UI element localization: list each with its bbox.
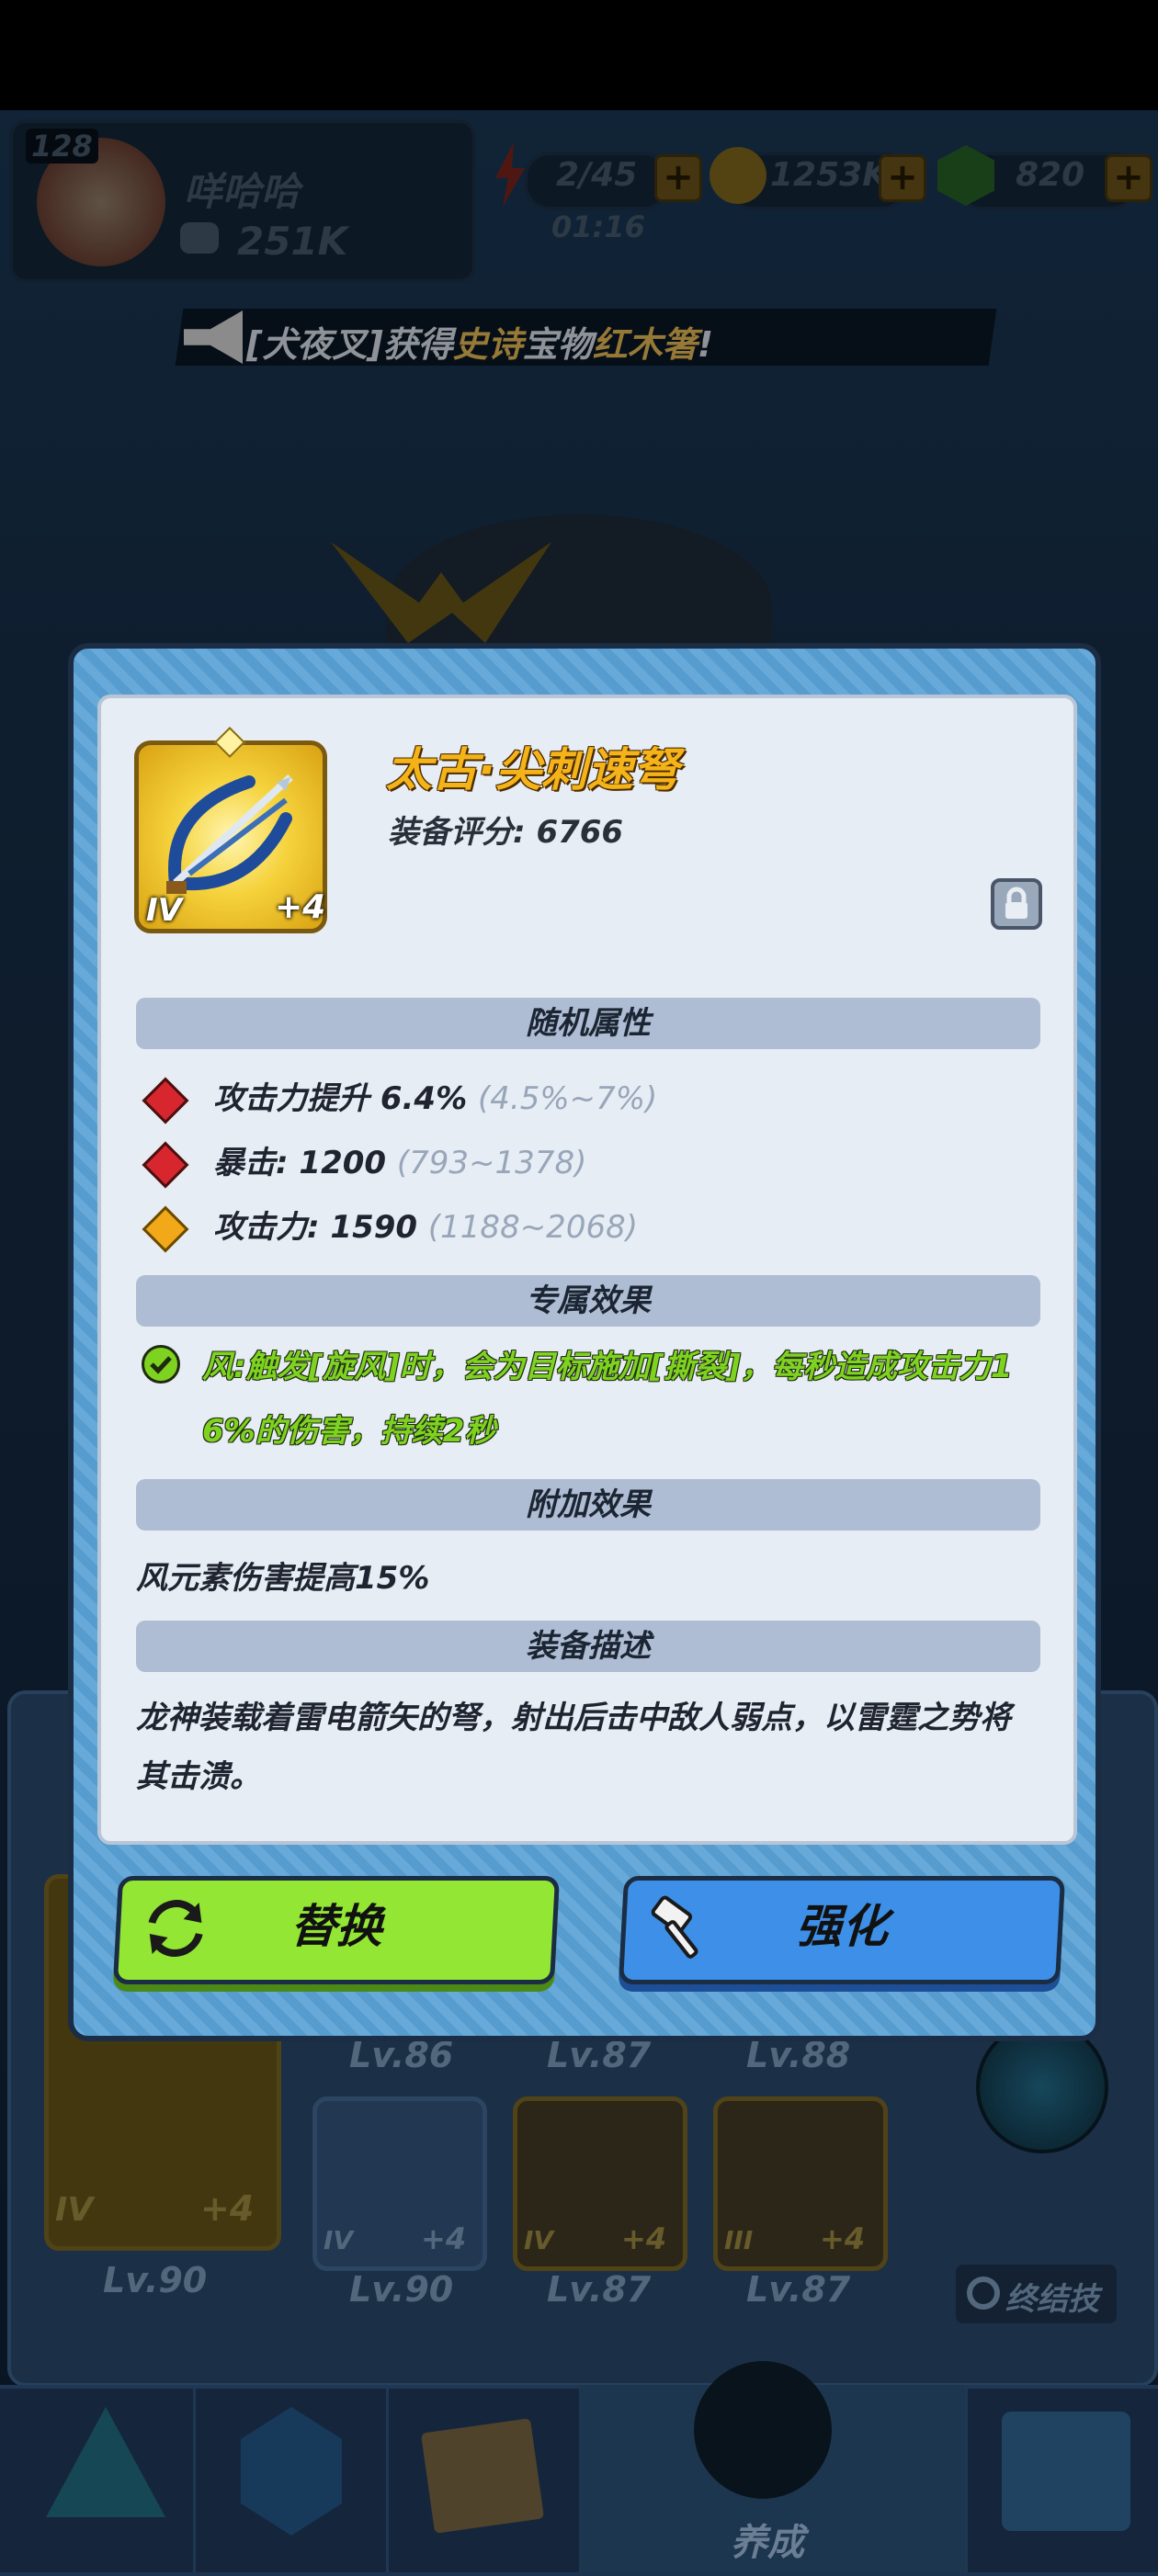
random-attr-row-2: 暴击: 1200 (793~1378) xyxy=(138,1137,586,1189)
item-score-value: 6766 xyxy=(536,814,624,851)
lock-button[interactable] xyxy=(991,878,1042,930)
hammer-icon xyxy=(651,1895,698,1959)
exclusive-effect-line-2: 6%的伤害，持续2秒 xyxy=(202,1413,496,1450)
random-attr-row-3: 攻击力: 1590 (1188~2068) xyxy=(138,1202,638,1253)
red-diamond-icon xyxy=(142,1141,189,1188)
item-plus: +4 xyxy=(275,888,326,926)
random-attr-range-1: (4.5%~7%) xyxy=(477,1080,658,1117)
exclusive-effect-line-1: 风:触发[旋风]时，会为目标施加[撕裂]，每秒造成攻击力1 xyxy=(202,1349,1013,1385)
item-score-label: 装备评分: xyxy=(388,814,526,851)
extra-effect-header: 附加效果 xyxy=(136,1479,1040,1531)
random-attr-label-1: 攻击力提升 6.4% xyxy=(213,1080,468,1117)
red-diamond-icon xyxy=(142,1077,189,1124)
item-icon-frame: IV +4 xyxy=(134,740,327,933)
extra-effect-text: 风元素伤害提高15% xyxy=(136,1560,430,1597)
swap-icon xyxy=(148,1900,203,1957)
upgrade-button[interactable]: 强化 xyxy=(618,1876,1066,1984)
check-circle-icon xyxy=(142,1345,180,1384)
equipment-detail-card: IV +4 太古·尖刺速弩 装备评分: 6766 随机属性 攻击力提升 6.4%… xyxy=(97,695,1077,1845)
description-header: 装备描述 xyxy=(136,1621,1040,1672)
random-attr-label-3: 攻击力: 1590 xyxy=(213,1209,418,1246)
random-attrs-header: 随机属性 xyxy=(136,998,1040,1049)
replace-button-label: 替换 xyxy=(289,1900,384,1953)
random-attr-range-3: (1188~2068) xyxy=(427,1209,638,1246)
item-name: 太古·尖刺速弩 xyxy=(386,743,679,797)
upgrade-button-label: 强化 xyxy=(794,1900,890,1953)
random-attr-row-1: 攻击力提升 6.4% (4.5%~7%) xyxy=(138,1073,657,1124)
gold-diamond-icon xyxy=(142,1205,189,1252)
random-attr-label-2: 暴击: 1200 xyxy=(213,1145,387,1181)
description-line-1: 龙神装载着雷电箭矢的弩，射出后击中敌人弱点，以雷霆之势将 xyxy=(136,1700,1011,1736)
item-tier: IV xyxy=(146,892,182,929)
item-score: 装备评分: 6766 xyxy=(388,807,623,852)
exclusive-effect-header: 专属效果 xyxy=(136,1275,1040,1327)
random-attr-range-2: (793~1378) xyxy=(396,1145,587,1181)
lock-icon xyxy=(1005,887,1027,919)
replace-button[interactable]: 替换 xyxy=(112,1876,561,1984)
description-line-2: 其击溃。 xyxy=(136,1758,261,1795)
equipment-detail-dialog: IV +4 太古·尖刺速弩 装备评分: 6766 随机属性 攻击力提升 6.4%… xyxy=(68,643,1101,2041)
